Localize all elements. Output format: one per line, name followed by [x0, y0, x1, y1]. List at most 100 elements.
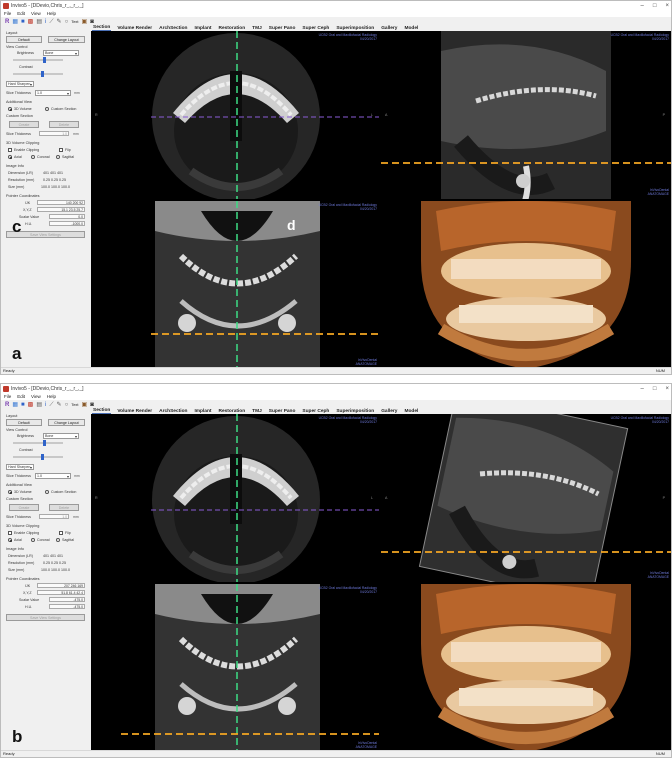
sharpen-select[interactable]: Hard Sharpen	[6, 81, 34, 87]
new-icon[interactable]: ▦	[12, 402, 18, 408]
save-view-settings-button[interactable]: Save View Settings	[6, 614, 85, 621]
hu-label: H.U.	[25, 222, 33, 226]
radio-axial[interactable]	[8, 538, 12, 542]
orientation-r: R	[95, 496, 98, 500]
radio-sagittal[interactable]	[56, 538, 60, 542]
contrast-slider[interactable]	[13, 454, 63, 460]
sagittal-viewport[interactable]: UCB2 Oral and Maxillofacial Radiology 04…	[381, 414, 671, 582]
save-icon[interactable]: ■	[21, 19, 25, 25]
text-icon[interactable]: Text	[71, 402, 78, 408]
default-layout-button[interactable]: Default	[6, 36, 42, 43]
draw-icon[interactable]: ✎	[57, 19, 62, 25]
window-title: Invivo5 - [DDevio,Chris_r_,_r_,_]	[11, 385, 84, 392]
info-icon[interactable]: i	[45, 19, 46, 25]
change-layout-button[interactable]: Change Layout	[48, 419, 85, 426]
info-icon[interactable]: i	[45, 402, 46, 408]
label-3d-volume: 3D Volume	[14, 107, 32, 111]
radio-custom-section[interactable]	[45, 490, 49, 494]
coronal-viewport[interactable]: UCB2 Oral and Maxillofacial Radiology 04…	[91, 584, 379, 752]
brightness-slider[interactable]	[13, 57, 63, 63]
text-icon[interactable]: Text	[71, 19, 78, 25]
radio-coronal[interactable]	[31, 538, 35, 542]
slider-handle[interactable]	[41, 71, 44, 77]
orientation-p: P	[662, 496, 665, 500]
dimension-label: Dimension (LR)	[8, 554, 33, 558]
brightness-select[interactable]: Bone	[43, 50, 79, 56]
menu-help[interactable]: Help	[47, 11, 56, 16]
slice-thickness-select[interactable]: 1.0	[35, 473, 71, 479]
delete-button[interactable]: Delete	[49, 121, 79, 128]
menu-edit[interactable]: Edit	[17, 394, 25, 399]
circle-icon[interactable]: ○	[65, 402, 69, 408]
brightness-select[interactable]: Bone	[43, 433, 79, 439]
slice-thickness-select[interactable]: 1.0	[35, 90, 71, 96]
slice-thickness-label: Slice Thickness	[6, 474, 31, 478]
additional-view-title: Additional View	[6, 100, 32, 104]
volume-render-viewport[interactable]	[381, 201, 671, 369]
close-button[interactable]: ×	[665, 386, 669, 392]
radio-coronal[interactable]	[31, 155, 35, 159]
figure-label-c: c	[12, 217, 22, 236]
pointer-coordinates-title: Pointer Coordinates	[6, 194, 40, 198]
close-button[interactable]: ×	[665, 3, 669, 9]
measure-icon[interactable]: ⟋	[49, 402, 53, 408]
save-icon[interactable]: ■	[21, 402, 25, 408]
measure-icon[interactable]: ⟋	[49, 19, 53, 25]
menu-file[interactable]: File	[4, 11, 11, 16]
axial-viewport[interactable]: UCB2 Oral and Maxillofacial Radiology 04…	[91, 414, 379, 582]
custom-section-title: Custom Section	[6, 114, 33, 118]
date-label: 04/20/2017	[360, 37, 377, 41]
enable-clipping-checkbox[interactable]	[8, 531, 12, 535]
draw-icon[interactable]: ✎	[57, 402, 62, 408]
label-axial: Axial	[14, 538, 22, 542]
slice-thickness-field[interactable]: 1.0	[39, 131, 69, 136]
axial-viewport[interactable]: UCB2 Oral and Maxillofacial Radiology 04…	[91, 31, 379, 199]
flip-checkbox[interactable]	[59, 531, 63, 535]
slice-thickness-field[interactable]: 1.0	[39, 514, 69, 519]
grid-icon[interactable]: ▩	[28, 402, 34, 408]
circle-icon[interactable]: ○	[65, 19, 69, 25]
change-layout-button[interactable]: Change Layout	[48, 36, 85, 43]
radio-3d-volume[interactable]	[8, 107, 12, 111]
minimize-button[interactable]: –	[641, 386, 644, 392]
maximize-button[interactable]: □	[653, 3, 657, 9]
menu-view[interactable]: View	[31, 394, 41, 399]
screenshot-icon[interactable]: ▣	[82, 19, 88, 25]
contrast-slider[interactable]	[13, 71, 63, 77]
volume-render-viewport[interactable]	[381, 584, 671, 752]
slider-handle[interactable]	[43, 57, 46, 63]
menu-edit[interactable]: Edit	[17, 11, 25, 16]
flip-checkbox[interactable]	[59, 148, 63, 152]
delete-button[interactable]: Delete	[49, 504, 79, 511]
app-logo-icon[interactable]: R	[5, 402, 9, 408]
label-custom-section: Custom Section	[51, 490, 77, 494]
screenshot-icon[interactable]: ▣	[82, 402, 88, 408]
report-icon[interactable]: ▤	[36, 19, 42, 25]
toolbar: R ▦ ■ ▩ ▤ i ⟋ ✎ ○ Text ▣ ◙	[1, 400, 94, 410]
menu-help[interactable]: Help	[47, 394, 56, 399]
slider-handle[interactable]	[41, 454, 44, 460]
slider-handle[interactable]	[43, 440, 46, 446]
menu-view[interactable]: View	[31, 11, 41, 16]
sagittal-viewport[interactable]: UCB2 Oral and Maxillofacial Radiology 04…	[381, 31, 671, 199]
coronal-viewport[interactable]: UCB2 Oral and Maxillofacial Radiology 04…	[91, 201, 379, 369]
app-logo-icon[interactable]: R	[5, 19, 9, 25]
radio-3d-volume[interactable]	[8, 490, 12, 494]
new-icon[interactable]: ▦	[12, 19, 18, 25]
enable-clipping-checkbox[interactable]	[8, 148, 12, 152]
contrast-label: Contrast	[19, 65, 33, 69]
brightness-slider[interactable]	[13, 440, 63, 446]
menu-file[interactable]: File	[4, 394, 11, 399]
radio-axial[interactable]	[8, 155, 12, 159]
menu-bar: File Edit View Help	[1, 393, 671, 400]
radio-custom-section[interactable]	[45, 107, 49, 111]
grid-icon[interactable]: ▩	[28, 19, 34, 25]
minimize-button[interactable]: –	[641, 3, 644, 9]
create-button[interactable]: Create	[9, 504, 39, 511]
report-icon[interactable]: ▤	[36, 402, 42, 408]
radio-sagittal[interactable]	[56, 155, 60, 159]
maximize-button[interactable]: □	[653, 386, 657, 392]
create-button[interactable]: Create	[9, 121, 39, 128]
sharpen-select[interactable]: Hard Sharpen	[6, 464, 34, 470]
default-layout-button[interactable]: Default	[6, 419, 42, 426]
